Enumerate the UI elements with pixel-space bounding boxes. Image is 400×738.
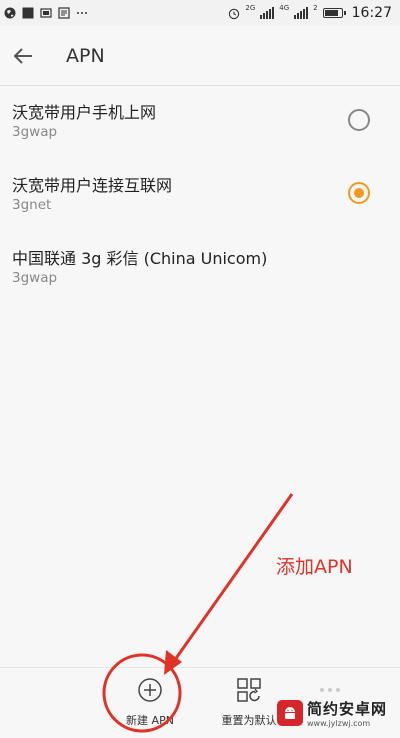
image-icon <box>58 7 70 19</box>
add-apn-button[interactable]: 新建 APN <box>115 668 185 738</box>
status-time: 16:27 <box>351 5 392 21</box>
plus-circle-icon <box>137 677 163 703</box>
status-bar: 2G 4G 2 16:27 <box>0 0 400 26</box>
annotation-arrow <box>170 493 294 665</box>
watermark: 简约安卓网 www.jylzwj.com <box>277 698 387 728</box>
battery-icon <box>322 8 346 18</box>
annotation-label: 添加APN <box>276 556 353 578</box>
alarm-icon <box>228 7 240 19</box>
apn-radio-button[interactable] <box>348 109 370 131</box>
apn-list-item[interactable]: 中国联通 3g 彩信 (China Unicom) 3gwap <box>0 232 400 305</box>
reset-default-label: 重置为默认 <box>221 714 277 727</box>
globe-icon <box>4 7 16 19</box>
apn-type: 3gwap <box>12 124 58 140</box>
apn-name: 中国联通 3g 彩信 (China Unicom) <box>12 249 268 268</box>
apn-radio-button[interactable] <box>348 182 370 204</box>
signal-icon <box>260 7 275 19</box>
apn-list-item[interactable]: 沃宽带用户连接互联网 3gnet <box>0 159 400 232</box>
apn-name: 沃宽带用户手机上网 <box>12 103 157 122</box>
apn-name: 沃宽带用户连接互联网 <box>12 176 173 195</box>
network-type-label: 2G <box>245 4 256 12</box>
apn-list: 沃宽带用户手机上网 3gwap 沃宽带用户连接互联网 3gnet 中国联通 3g… <box>0 86 400 305</box>
watermark-url: www.jylzwj.com <box>307 719 371 728</box>
add-apn-label: 新建 APN <box>126 714 174 727</box>
android-icon <box>277 700 303 726</box>
network-type-label: 4G <box>279 4 290 12</box>
page-title: APN <box>66 44 105 67</box>
back-button[interactable] <box>3 36 43 76</box>
apn-type: 3gwap <box>12 270 58 286</box>
signal-icon <box>294 7 309 19</box>
watermark-title: 简约安卓网 <box>307 700 388 718</box>
grid-refresh-icon <box>236 677 262 703</box>
square-icon <box>22 7 34 19</box>
arrow-left-icon <box>13 47 32 64</box>
apn-list-item[interactable]: 沃宽带用户手机上网 3gwap <box>0 86 400 159</box>
app-bar: APN <box>0 26 400 86</box>
more-icon <box>76 7 88 19</box>
mail-icon <box>40 7 52 19</box>
sim-slot-label: 2 <box>313 4 318 12</box>
apn-type: 3gnet <box>12 197 52 213</box>
